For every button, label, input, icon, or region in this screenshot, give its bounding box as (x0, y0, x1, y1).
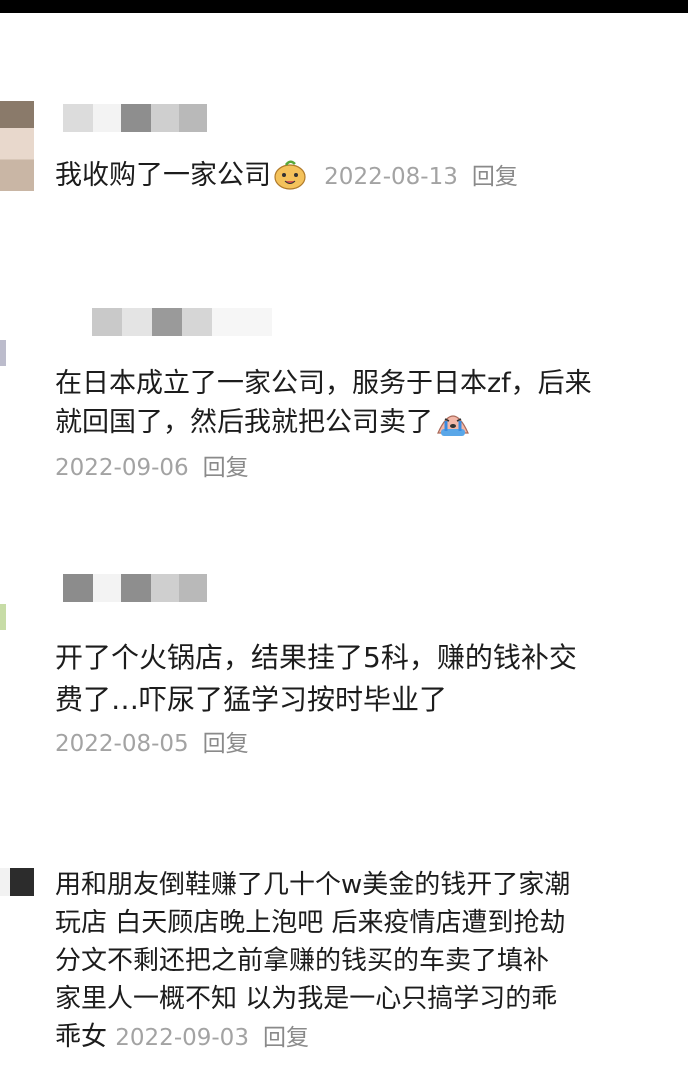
crying-face-emoji-icon (435, 403, 471, 448)
comment-body: 在日本成立了一家公司，服务于日本zf，后来 就回国了，然后我就把公司卖了 202… (55, 365, 685, 487)
comment-date: 2022-08-05 (55, 731, 189, 757)
username-blurred[interactable] (92, 308, 272, 336)
avatar[interactable] (0, 101, 34, 191)
comment-body: 我收购了一家公司 2022-08-13 回复 (55, 157, 685, 201)
comment-text: 开了个火锅店，结果挂了5科，赚的钱补交 费了…吓尿了猛学习按时毕业了 (55, 641, 577, 716)
smiling-dog-emoji-icon (273, 158, 307, 201)
username-blurred[interactable] (63, 574, 207, 602)
comment-text: 在日本成立了一家公司，服务于日本zf，后来 就回国了，然后我就把公司卖了 (55, 368, 592, 438)
avatar[interactable] (0, 868, 34, 896)
reply-button[interactable]: 回复 (203, 731, 249, 757)
comment-date: 2022-08-13 (324, 164, 458, 190)
avatar[interactable] (0, 604, 6, 630)
comment-body: 开了个火锅店，结果挂了5科，赚的钱补交 费了…吓尿了猛学习按时毕业了 2022-… (55, 637, 685, 765)
comment-date: 2022-09-03 (115, 1025, 249, 1051)
comment-date: 2022-09-06 (55, 455, 189, 481)
comment-body: 用和朋友倒鞋赚了几十个w美金的钱开了家潮 玩店 白天顾店晚上泡吧 后来疫情店遭到… (55, 866, 685, 1057)
reply-button[interactable]: 回复 (472, 164, 518, 190)
comment-text: 我收购了一家公司 (55, 160, 271, 191)
username-blurred[interactable] (63, 104, 207, 132)
status-bar (0, 0, 688, 13)
reply-button[interactable]: 回复 (203, 455, 249, 481)
reply-button[interactable]: 回复 (263, 1025, 309, 1051)
avatar[interactable] (0, 340, 6, 366)
